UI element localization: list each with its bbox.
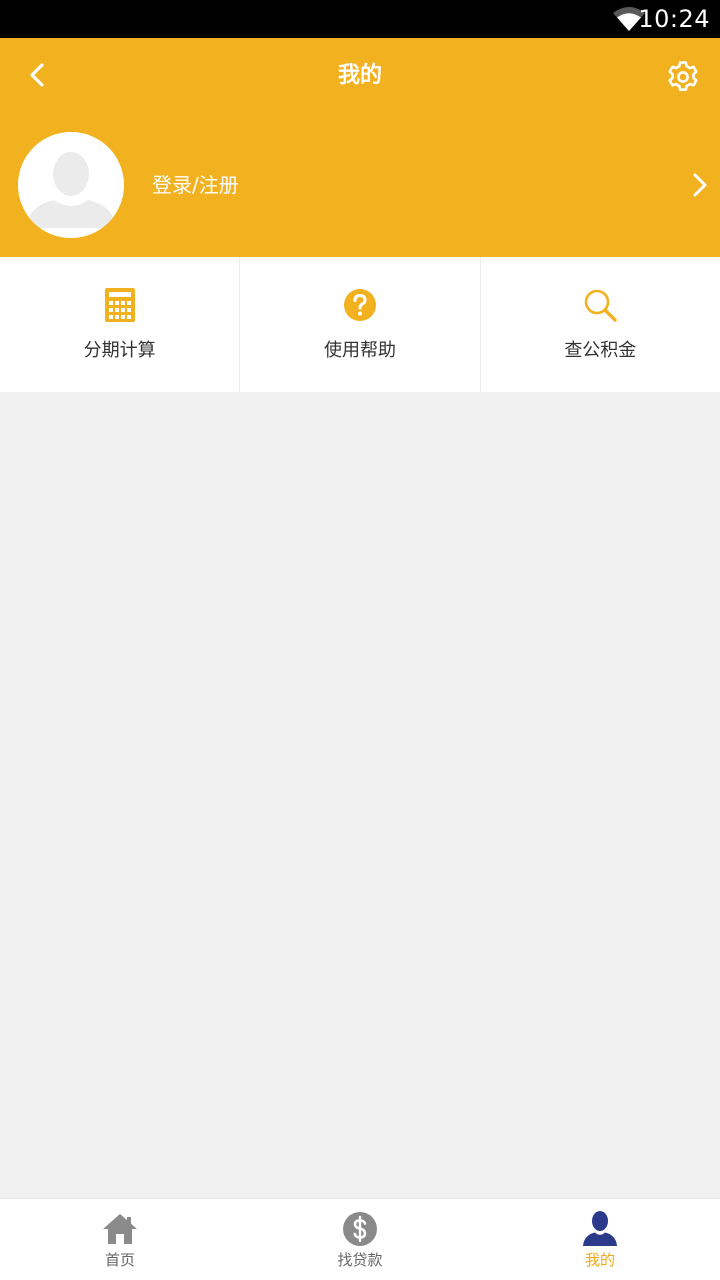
- tab-label: 首页: [104, 1251, 135, 1269]
- status-clock: 10:24: [638, 5, 710, 33]
- tab-home[interactable]: 首页: [0, 1199, 240, 1280]
- chevron-right-icon: [693, 173, 707, 197]
- user-icon: [583, 1211, 617, 1246]
- profile-header: 我的 登录/注册: [0, 38, 720, 257]
- login-register-label: 登录/注册: [152, 173, 239, 197]
- login-register-row[interactable]: 登录/注册: [0, 124, 720, 244]
- bottom-nav: 首页 找贷款 我的: [0, 1198, 720, 1280]
- tool-label: 分期计算: [83, 340, 156, 361]
- status-bar: 10:24: [0, 0, 720, 38]
- tab-find-loan[interactable]: 找贷款: [240, 1199, 480, 1280]
- content-area: [0, 392, 720, 1198]
- search-icon: [585, 289, 618, 322]
- tool-provident-fund-lookup[interactable]: 查公积金: [481, 257, 720, 392]
- tools-grid: 分期计算 使用帮助 查公积金: [0, 257, 720, 392]
- home-icon: [103, 1214, 137, 1244]
- dollar-circle-icon: [343, 1212, 377, 1246]
- tab-label: 我的: [584, 1251, 615, 1269]
- gear-icon[interactable]: [664, 58, 702, 96]
- avatar[interactable]: [18, 132, 124, 238]
- tool-installment-calculator[interactable]: 分期计算: [0, 257, 241, 392]
- calculator-icon: [104, 288, 135, 322]
- tool-usage-help[interactable]: 使用帮助: [240, 257, 481, 392]
- tab-mine[interactable]: 我的: [480, 1199, 720, 1280]
- tab-label: 找贷款: [337, 1251, 383, 1269]
- tool-label: 查公积金: [564, 340, 637, 361]
- page-title: 我的: [337, 63, 382, 88]
- default-avatar-icon: [18, 132, 124, 238]
- question-circle-icon: [343, 289, 376, 321]
- tool-label: 使用帮助: [323, 340, 396, 361]
